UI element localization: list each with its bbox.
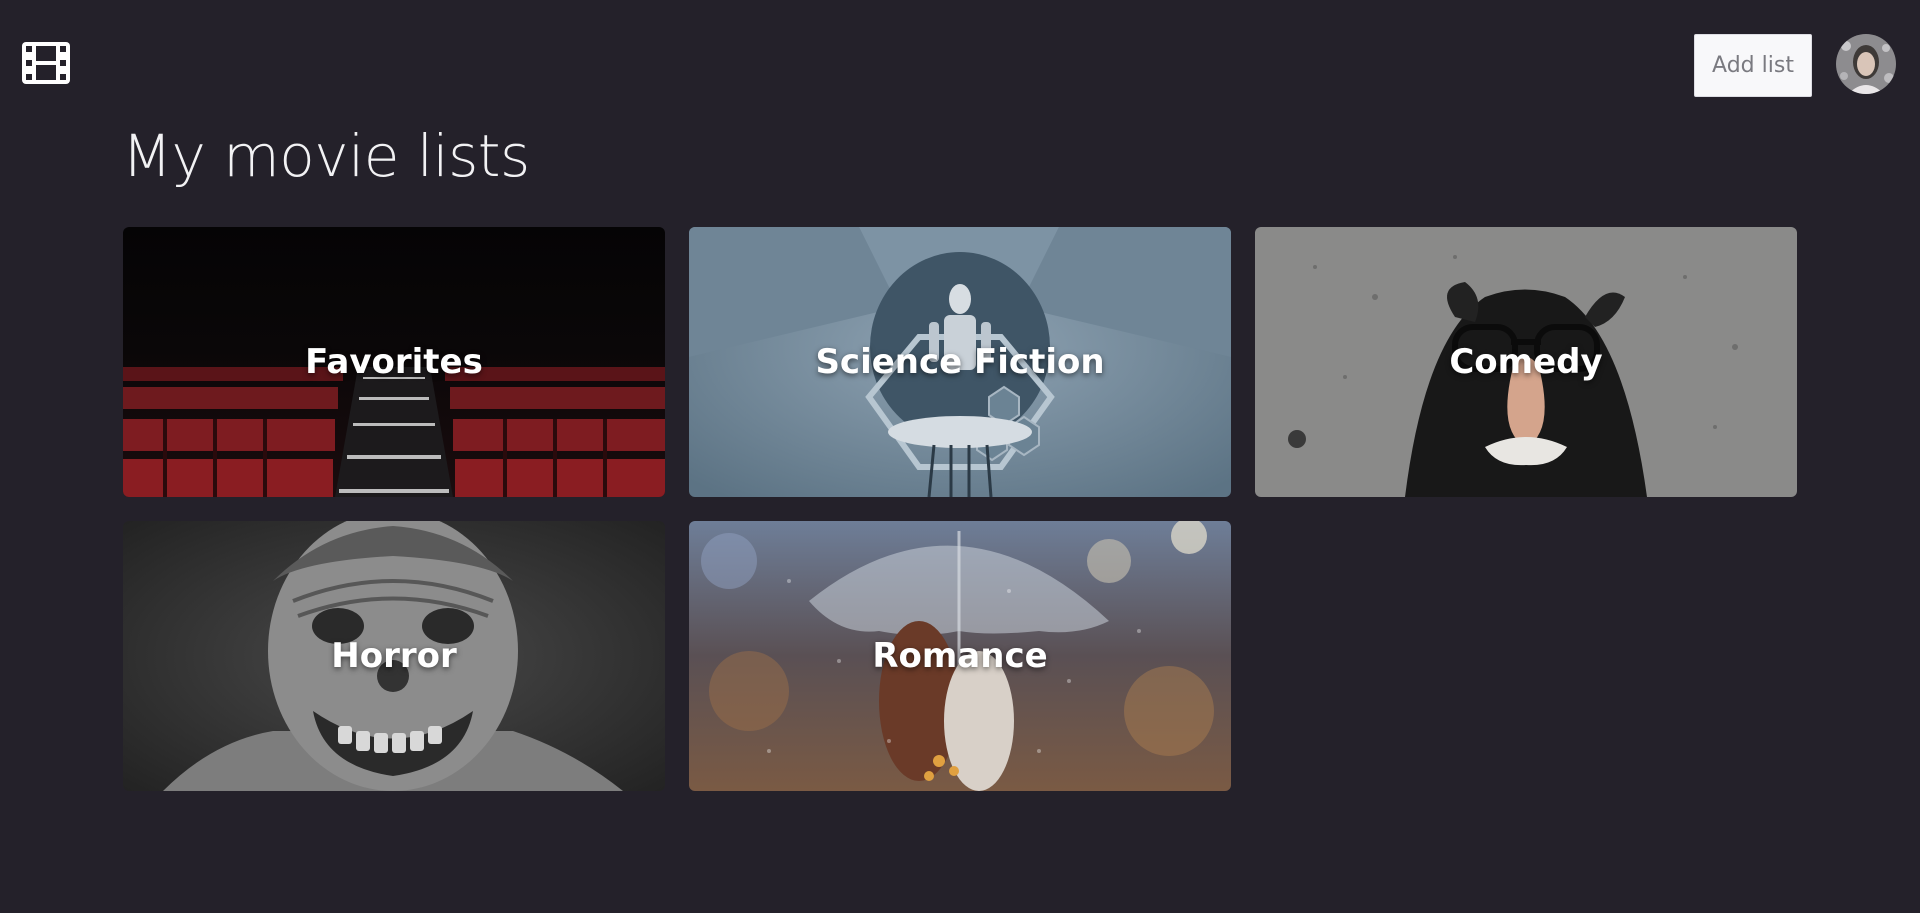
add-list-button[interactable]: Add list xyxy=(1694,34,1812,97)
list-card-science-fiction[interactable]: Science Fiction xyxy=(689,227,1231,497)
page-title: My movie lists xyxy=(122,122,530,190)
movie-list-grid: Favorites Science Fiction Comedy Horror … xyxy=(123,227,1798,791)
list-card-label: Romance xyxy=(872,636,1048,676)
film-icon[interactable] xyxy=(22,42,70,84)
list-card-label: Favorites xyxy=(305,342,483,382)
list-card-romance[interactable]: Romance xyxy=(689,521,1231,791)
list-card-label: Comedy xyxy=(1449,342,1603,382)
list-card-label: Horror xyxy=(331,636,457,676)
list-card-label: Science Fiction xyxy=(815,342,1105,382)
list-card-favorites[interactable]: Favorites xyxy=(123,227,665,497)
list-card-comedy[interactable]: Comedy xyxy=(1255,227,1797,497)
user-avatar[interactable] xyxy=(1836,34,1896,94)
list-card-horror[interactable]: Horror xyxy=(123,521,665,791)
